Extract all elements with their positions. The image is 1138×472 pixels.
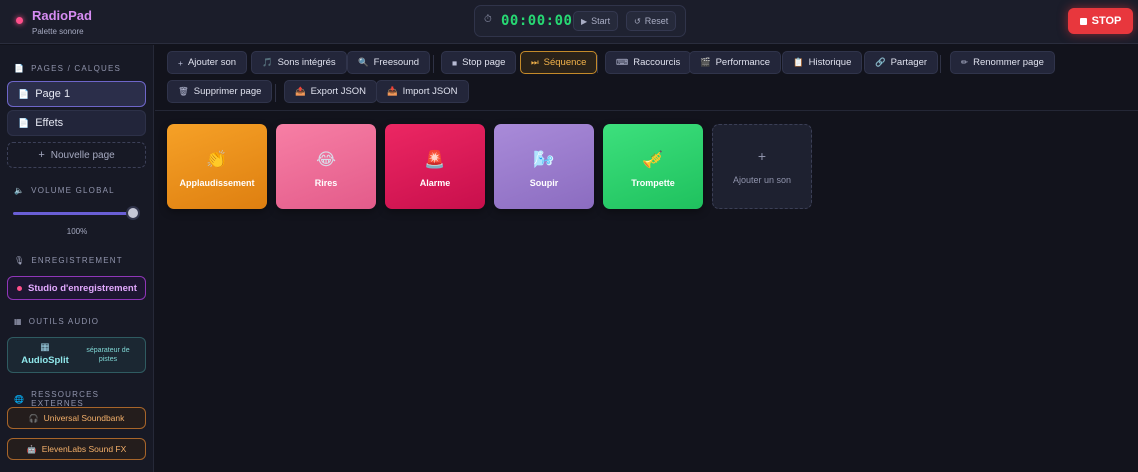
speaker-icon: 🔈 [14, 186, 26, 195]
rename-page-button[interactable]: ✏ Renommer page [950, 51, 1055, 74]
search-icon: 🔍 [358, 57, 369, 67]
audio-tools-section-title: ▦ OUTILS AUDIO [14, 317, 100, 326]
robot-icon: 🤖 [26, 444, 37, 454]
import-box-icon: 📥 [387, 86, 398, 96]
grid-icon: ▦ [14, 317, 23, 326]
trash-icon: 🗑 [178, 86, 189, 96]
brand: RadioPad Palette sonore [16, 8, 92, 36]
pad-soupir[interactable]: 🌬️ Soupir [494, 124, 594, 209]
history-button[interactable]: 📋 Historique [782, 51, 863, 74]
pad-label: Rires [314, 177, 338, 188]
app-subtitle: Palette sonore [32, 27, 84, 36]
brand-dot-icon [16, 17, 23, 24]
stop-page-button[interactable]: ■ Stop page [441, 51, 517, 74]
timer-panel: ⏱ 00:00:00 ▶ Start ↺ Reset [474, 5, 686, 37]
music-note-icon: 🎵 [262, 57, 273, 67]
volume-section-title: 🔈 VOLUME GLOBAL [14, 186, 115, 195]
stop-label: STOP [1091, 15, 1122, 27]
headphones-icon: 🎧 [28, 413, 39, 423]
toolbar: + Ajouter son 🎵 Sons intégrés 🔍 Freesoun… [155, 45, 1138, 111]
shortcuts-button[interactable]: ⌨ Raccourcis [605, 51, 692, 74]
top-bar: RadioPad Palette sonore ⏱ 00:00:00 ▶ Sta… [0, 0, 1138, 44]
new-page-button[interactable]: + Nouvelle page [7, 142, 146, 168]
app-title: RadioPad [32, 8, 92, 23]
toolbar-divider [597, 55, 598, 73]
studio-recording-button[interactable]: Studio d'enregistrement [7, 276, 146, 300]
volume-slider-track[interactable] [13, 212, 131, 215]
grid-icon: ▦ [40, 342, 50, 353]
trumpet-icon: 🎺 [642, 149, 664, 169]
wind-face-icon: 🌬️ [533, 149, 555, 169]
page-icon: 📄 [18, 88, 30, 99]
universal-soundbank-link[interactable]: 🎧 Universal Soundbank [7, 407, 146, 429]
reset-icon: ↺ [634, 16, 641, 26]
plus-icon: + [38, 149, 45, 161]
audiosplit-name: AudioSplit [21, 355, 69, 366]
fast-forward-icon: ⏭ [531, 57, 539, 67]
pencil-icon: ✏ [961, 57, 969, 67]
stop-square-icon [1079, 17, 1087, 25]
clapping-hands-icon: 👏 [206, 149, 228, 169]
stopwatch-icon: ⏱ [484, 14, 492, 25]
audiosplit-button[interactable]: ▦ AudioSplit séparateur de pistes [7, 337, 146, 373]
clapperboard-icon: 🎬 [700, 57, 711, 67]
sequence-button[interactable]: ⏭ Séquence [520, 51, 598, 74]
resources-section-title: 🌐 RESSOURCES EXTERNES [14, 390, 100, 408]
sidebar: 📄 PAGES / CALQUES 📄 Page 1 📄 Effets + No… [0, 45, 154, 472]
toolbar-divider [433, 55, 434, 73]
toolbar-divider [275, 84, 276, 102]
pad-trompette[interactable]: 🎺 Trompette [603, 124, 703, 209]
document-icon: 📄 [14, 64, 26, 73]
page-label: Effets [35, 117, 64, 129]
record-dot-icon [17, 285, 22, 291]
page-label: Page 1 [35, 88, 71, 100]
delete-page-button[interactable]: 🗑 Supprimer page [167, 80, 273, 103]
export-box-icon: 📤 [295, 86, 306, 96]
add-sound-button[interactable]: + Ajouter son [167, 51, 248, 74]
recording-section-title: 🎙 ENREGISTREMENT [14, 256, 123, 265]
globe-icon: 🌐 [14, 394, 26, 404]
add-sound-label: Ajouter un son [732, 174, 792, 185]
stop-square-icon: ■ [452, 57, 458, 68]
global-stop-button[interactable]: STOP [1068, 8, 1133, 34]
freesound-button[interactable]: 🔍 Freesound [347, 51, 431, 74]
clipboard-icon: 📋 [793, 57, 804, 67]
start-button[interactable]: ▶ Start [573, 11, 619, 31]
volume-slider-thumb[interactable] [126, 206, 140, 220]
pad-applaudissement[interactable]: 👏 Applaudissement [167, 124, 267, 209]
laughing-face-icon: 😂 [316, 149, 336, 169]
plus-icon: + [178, 57, 183, 68]
pad-label: Soupir [529, 177, 559, 188]
microphone-icon: 🎙 [14, 256, 26, 265]
import-json-button[interactable]: 📥 Import JSON [376, 80, 469, 103]
pad-alarme[interactable]: 🚨 Alarme [385, 124, 485, 209]
pages-section-title: 📄 PAGES / CALQUES [14, 64, 122, 73]
performance-button[interactable]: 🎬 Performance [689, 51, 781, 74]
sidebar-item-page-1[interactable]: 📄 Page 1 [7, 81, 146, 107]
page-icon: 📄 [18, 117, 30, 128]
toolbar-divider [940, 55, 941, 73]
start-label: Start [591, 16, 611, 26]
play-icon: ▶ [581, 16, 588, 26]
export-json-button[interactable]: 📤 Export JSON [284, 80, 378, 103]
builtin-sounds-button[interactable]: 🎵 Sons intégrés [251, 51, 347, 74]
pad-label: Trompette [631, 177, 675, 188]
keyboard-icon: ⌨ [616, 57, 629, 67]
link-icon: 🔗 [875, 57, 886, 67]
reset-label: Reset [644, 16, 669, 26]
timer-display: 00:00:00 [501, 13, 573, 29]
pad-label: Alarme [419, 177, 451, 188]
sidebar-item-effets[interactable]: 📄 Effets [7, 110, 146, 136]
audiosplit-description: séparateur de pistes [86, 347, 130, 363]
pad-label: Applaudissement [179, 177, 255, 188]
add-sound-pad[interactable]: + Ajouter un son [712, 124, 812, 209]
pad-rires[interactable]: 😂 Rires [276, 124, 376, 209]
siren-icon: 🚨 [424, 149, 446, 169]
share-button[interactable]: 🔗 Partager [864, 51, 939, 74]
plus-icon: + [757, 147, 767, 164]
elevenlabs-sound-fx-link[interactable]: 🤖 ElevenLabs Sound FX [7, 438, 146, 460]
volume-value: 100% [66, 227, 88, 236]
reset-button[interactable]: ↺ Reset [626, 11, 677, 31]
